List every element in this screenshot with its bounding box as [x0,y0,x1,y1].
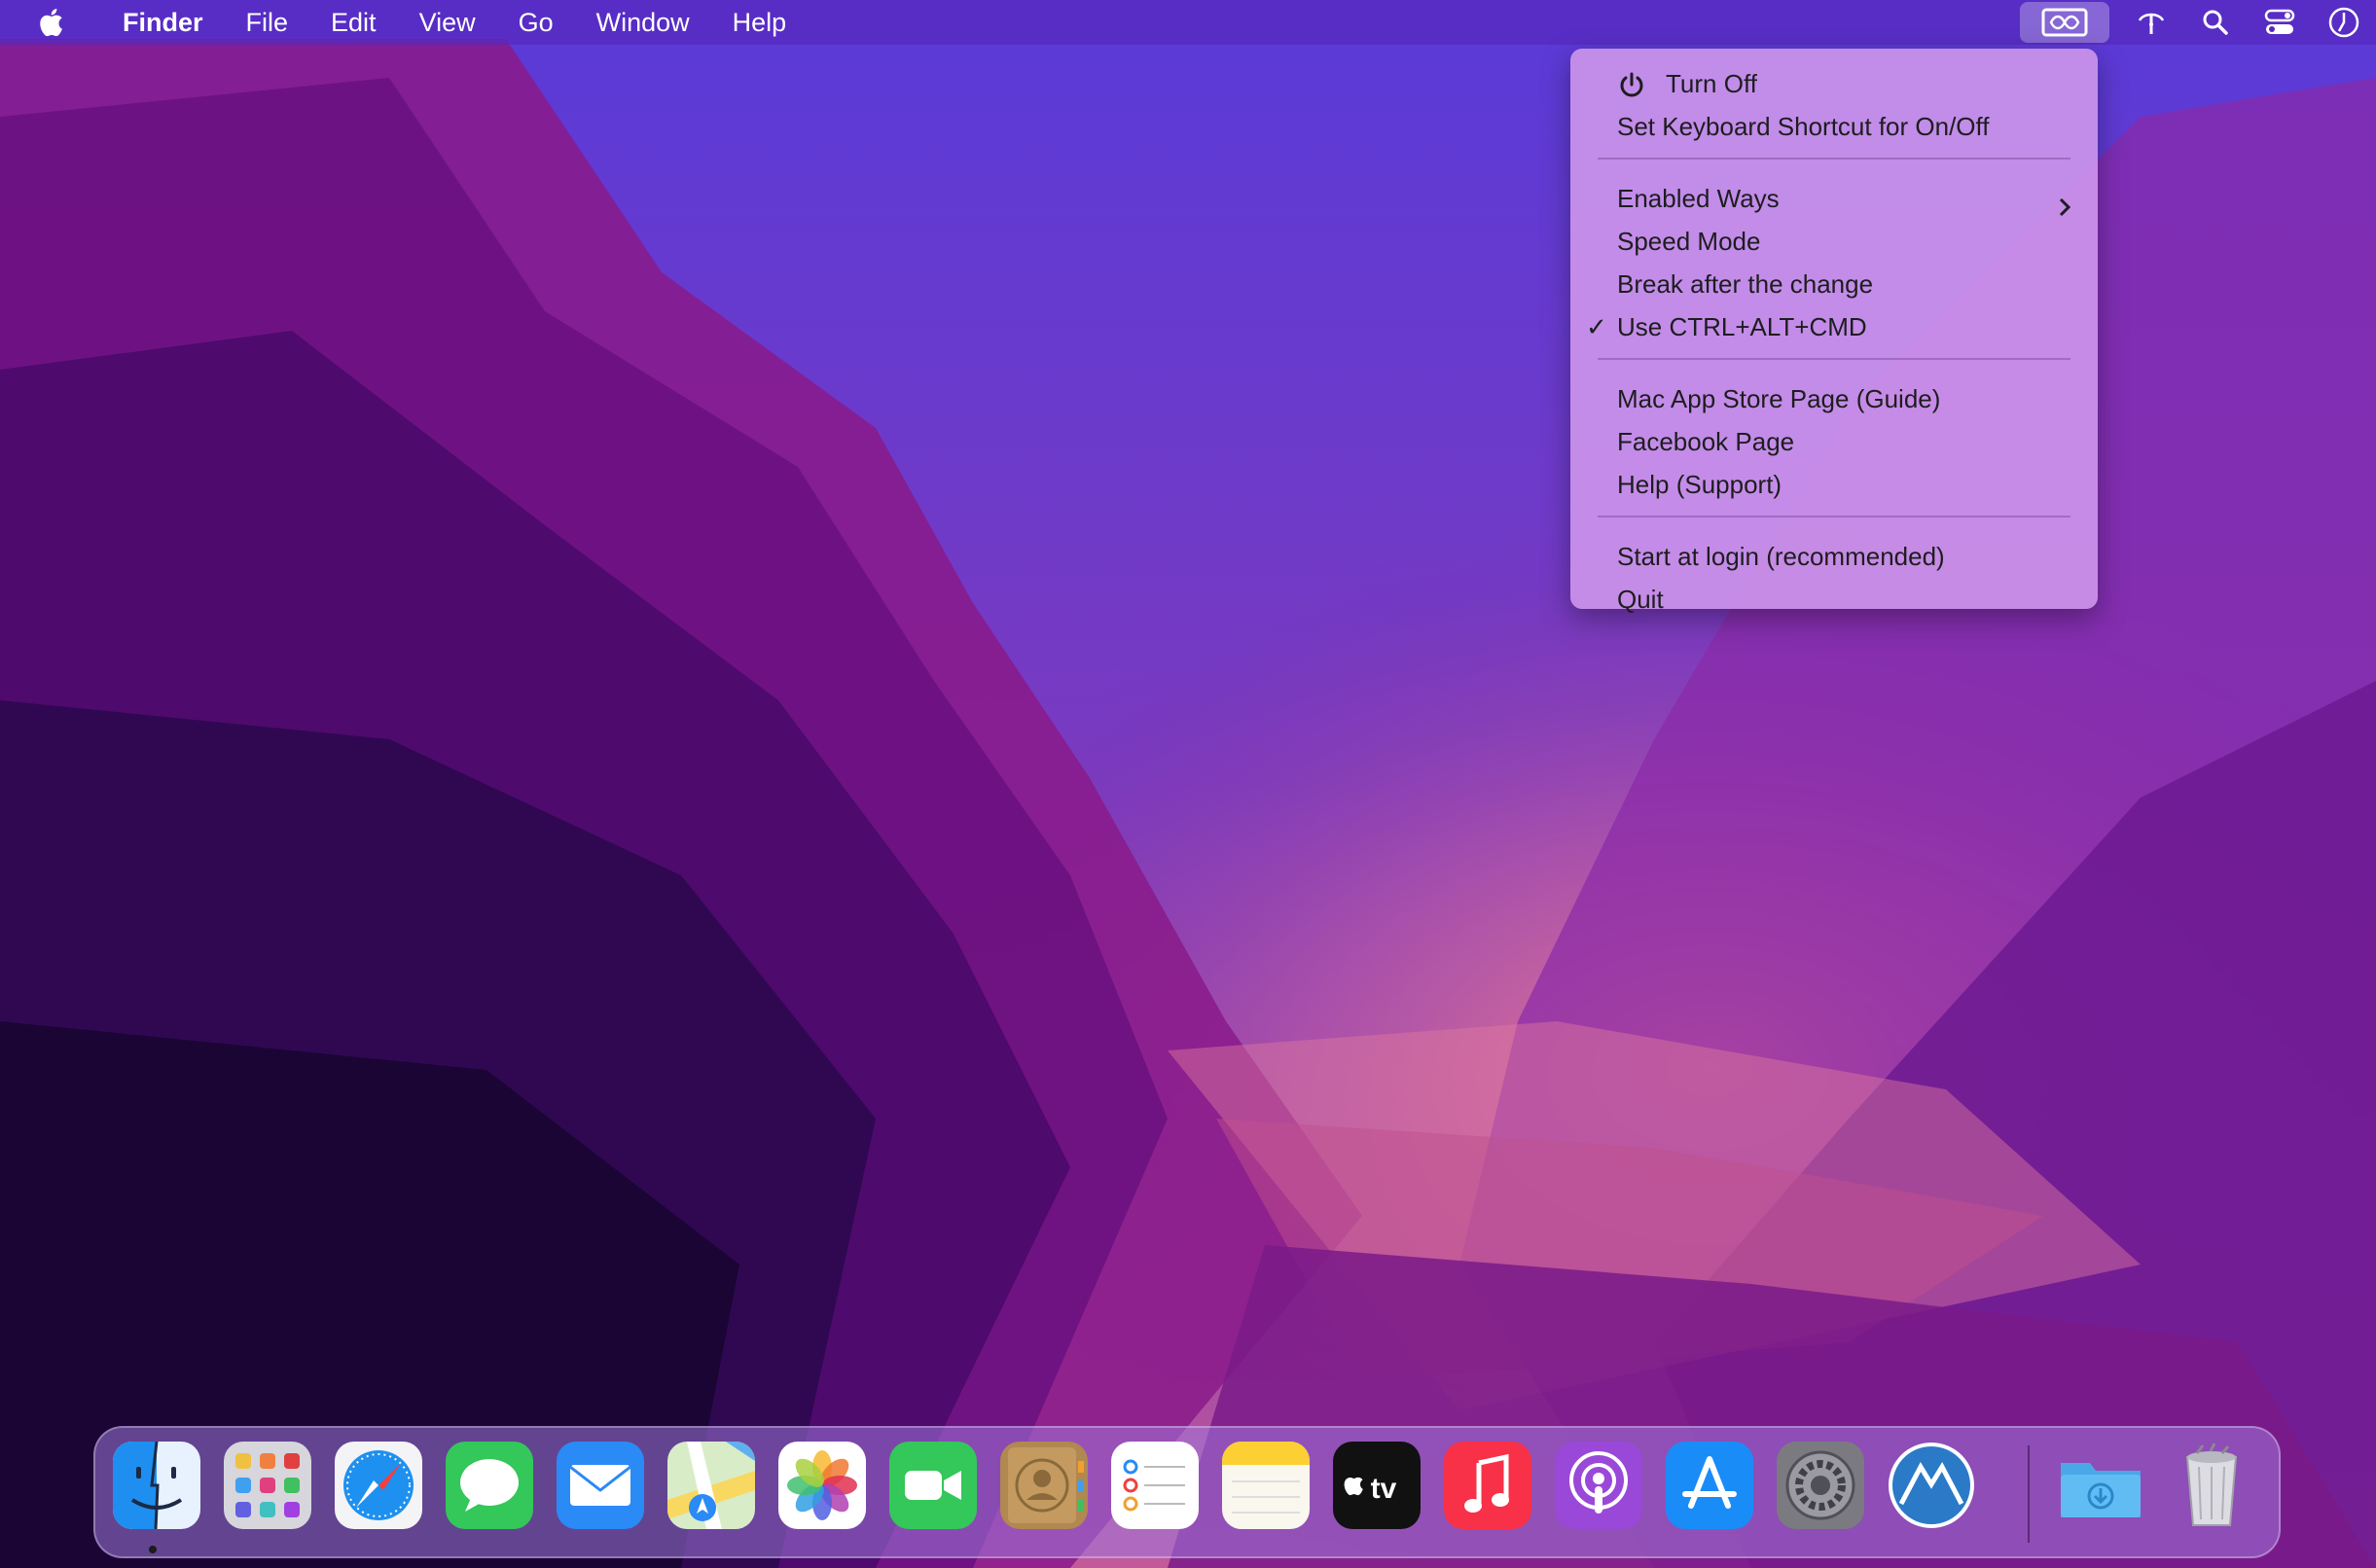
facetime-icon[interactable] [889,1442,977,1529]
pointer-app-icon[interactable] [1888,1442,1975,1529]
menu-item-label: Start at login (recommended) [1617,542,1945,571]
menu-item-break-after-change[interactable]: Break after the change [1570,263,2098,305]
menu-item-enabled-ways[interactable]: Enabled Ways [1570,177,2098,220]
menu-item-label: Mac App Store Page (Guide) [1617,384,1941,413]
pointer-app-status-icon[interactable] [2020,2,2109,43]
menu-item-start-at-login[interactable]: Start at login (recommended) [1570,535,2098,578]
menu-item-keyboard-shortcut[interactable]: Set Keyboard Shortcut for On/Off [1570,105,2098,148]
dock-separator [2028,1445,2030,1543]
messages-icon[interactable] [446,1442,533,1529]
tv-icon[interactable]: tv [1333,1442,1421,1529]
menu-item-help-support[interactable]: Help (Support) [1570,463,2098,506]
finder-running-indicator [149,1546,157,1553]
checkmark-icon: ✓ [1586,312,1607,341]
maps-icon[interactable] [667,1442,755,1529]
dock: tv [93,1426,2281,1558]
contacts-icon[interactable] [1000,1442,1088,1529]
menu-item-label: Quit [1617,585,1664,614]
menu-go[interactable]: Go [497,0,575,45]
mail-icon[interactable] [557,1442,644,1529]
apple-menu-icon[interactable] [0,0,101,45]
app-store-icon[interactable] [1666,1442,1753,1529]
finder-icon[interactable] [113,1442,200,1529]
menu-item-label: Break after the change [1617,269,1874,299]
antenna-icon[interactable] [2119,0,2183,45]
menu-separator [1598,358,2070,360]
downloads-folder-icon[interactable] [2057,1442,2144,1529]
clock-icon[interactable] [2312,0,2376,45]
menu-item-use-ctrl-alt-cmd[interactable]: ✓ Use CTRL+ALT+CMD [1570,305,2098,348]
podcasts-icon[interactable] [1555,1442,1642,1529]
photos-icon[interactable] [778,1442,866,1529]
trash-icon[interactable] [2168,1442,2255,1529]
menu-item-label: Turn Off [1666,69,1757,98]
menu-item-quit[interactable]: Quit [1570,578,2098,621]
menu-help[interactable]: Help [711,0,809,45]
menu-item-speed-mode[interactable]: Speed Mode [1570,220,2098,263]
launchpad-icon[interactable] [224,1442,311,1529]
menu-file[interactable]: File [225,0,310,45]
menu-window[interactable]: Window [575,0,711,45]
tv-label: tv [1371,1473,1397,1505]
notes-icon[interactable] [1222,1442,1310,1529]
menu-item-app-store-page[interactable]: Mac App Store Page (Guide) [1570,377,2098,420]
menu-separator [1598,516,2070,517]
pointer-app-dropdown-menu: Turn Off Set Keyboard Shortcut for On/Of… [1570,49,2098,614]
menu-item-label: Set Keyboard Shortcut for On/Off [1617,112,1990,141]
menu-item-label: Facebook Page [1617,427,1795,456]
system-preferences-icon[interactable] [1777,1442,1864,1529]
menu-edit[interactable]: Edit [309,0,398,45]
menu-item-label: Help (Support) [1617,470,1782,499]
menu-item-label: Enabled Ways [1617,184,1780,213]
menu-item-label: Use CTRL+ALT+CMD [1617,312,1867,341]
music-icon[interactable] [1444,1442,1531,1529]
search-icon[interactable] [2183,0,2248,45]
control-center-icon[interactable] [2248,0,2312,45]
safari-icon[interactable] [335,1442,422,1529]
menu-app-name[interactable]: Finder [101,0,225,45]
menu-item-label: Speed Mode [1617,227,1761,256]
reminders-icon[interactable] [1111,1442,1199,1529]
menu-separator [1598,158,2070,160]
menu-bar: Finder File Edit View Go Window Help [0,0,2376,45]
menu-item-turn-off[interactable]: Turn Off [1570,62,2098,105]
menu-item-facebook-page[interactable]: Facebook Page [1570,420,2098,463]
menu-view[interactable]: View [398,0,497,45]
